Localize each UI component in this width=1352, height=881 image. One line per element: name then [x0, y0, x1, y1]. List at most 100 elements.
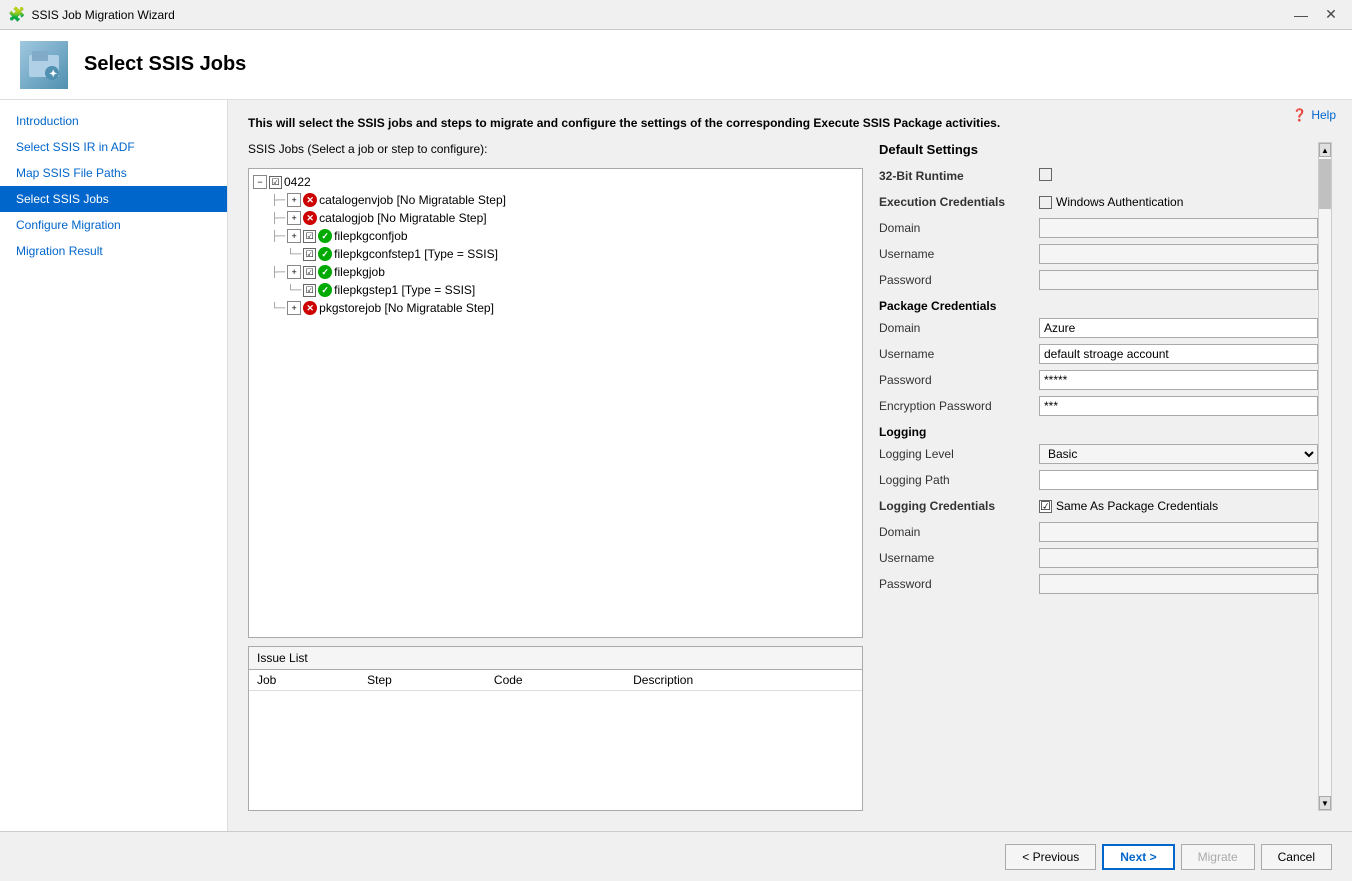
password-value [1039, 270, 1318, 290]
close-button[interactable]: ✕ [1318, 5, 1344, 25]
filepkgjob-expand[interactable]: + [287, 265, 301, 279]
pkgstorejob-label: pkgstorejob [No Migratable Step] [319, 301, 494, 315]
tree-item-filepkgconfjob[interactable]: ├─ + ☑ ✓ filepkgconfjob [253, 227, 858, 245]
pkg-password-input[interactable] [1039, 370, 1318, 390]
filepkgstep1-checkbox[interactable]: ☑ [303, 284, 316, 297]
pkgstorejob-expand[interactable]: + [287, 301, 301, 315]
sidebar-item-map-ssis-paths[interactable]: Map SSIS File Paths [0, 160, 227, 186]
titlebar: 🧩 SSIS Job Migration Wizard — ✕ [0, 0, 1352, 30]
log-password-input[interactable] [1039, 574, 1318, 594]
log-password-row: Password [879, 573, 1318, 595]
app-icon: 🧩 [8, 6, 25, 23]
sidebar-item-select-ssis-ir[interactable]: Select SSIS IR in ADF [0, 134, 227, 160]
pkg-domain-row: Domain [879, 317, 1318, 339]
enc-password-row: Encryption Password [879, 395, 1318, 417]
tree-item-catalogenvjob[interactable]: ├─ + ✕ catalogenvjob [No Migratable Step… [253, 191, 858, 209]
domain-label: Domain [879, 221, 1039, 235]
log-domain-row: Domain [879, 521, 1318, 543]
sidebar: Introduction Select SSIS IR in ADF Map S… [0, 100, 228, 831]
enc-password-input[interactable] [1039, 396, 1318, 416]
windows-auth-row: Windows Authentication [1039, 195, 1318, 209]
previous-button[interactable]: < Previous [1005, 844, 1096, 870]
description-text: This will select the SSIS jobs and steps… [248, 116, 1098, 130]
tree-item-catalogjob[interactable]: ├─ + ✕ catalogjob [No Migratable Step] [253, 209, 858, 227]
filepkgjob-checkbox[interactable]: ☑ [303, 266, 316, 279]
connector: ├─ [271, 213, 285, 224]
scroll-down-arrow[interactable]: ▼ [1319, 796, 1331, 810]
migrate-button[interactable]: Migrate [1181, 844, 1255, 870]
log-username-input[interactable] [1039, 548, 1318, 568]
username-input[interactable] [1039, 244, 1318, 264]
titlebar-left: 🧩 SSIS Job Migration Wizard [8, 6, 175, 23]
pkg-password-value [1039, 370, 1318, 390]
tree-root[interactable]: − ☑ 0422 [253, 173, 858, 191]
sidebar-item-configure-migration[interactable]: Configure Migration [0, 212, 227, 238]
pkg-domain-input[interactable] [1039, 318, 1318, 338]
same-as-pkg-label: Same As Package Credentials [1056, 499, 1218, 513]
filepkgconfjob-checkbox[interactable]: ☑ [303, 230, 316, 243]
same-as-pkg-checkbox[interactable]: ☑ [1039, 500, 1052, 513]
catalogjob-label: catalogjob [No Migratable Step] [319, 211, 486, 225]
filepkgconfjob-expand[interactable]: + [287, 229, 301, 243]
help-button[interactable]: ❓ Help [1292, 108, 1336, 122]
tree-item-filepkgconfstep1[interactable]: └─ ☑ ✓ filepkgconfstep1 [Type = SSIS] [253, 245, 858, 263]
windows-auth-checkbox[interactable] [1039, 196, 1052, 209]
scroll-up-arrow[interactable]: ▲ [1319, 143, 1331, 157]
log-domain-value [1039, 522, 1318, 542]
right-panel: Default Settings 32-Bit Runtime Executio… [879, 142, 1332, 811]
pkgstorejob-status: ✕ [303, 301, 317, 315]
filepkgconfjob-label: filepkgconfjob [334, 229, 407, 243]
logging-level-select[interactable]: Basic None Verbose [1039, 444, 1318, 464]
logging-path-value [1039, 470, 1318, 490]
content-inner: SSIS Jobs (Select a job or step to confi… [248, 142, 1332, 811]
logging-path-label: Logging Path [879, 473, 1039, 487]
windows-auth-label: Windows Authentication [1056, 195, 1183, 209]
root-expand[interactable]: − [253, 175, 267, 189]
connector: ├─ [271, 195, 285, 206]
svg-text:✦: ✦ [49, 69, 57, 80]
catalogjob-expand[interactable]: + [287, 211, 301, 225]
password-input[interactable] [1039, 270, 1318, 290]
pkg-username-label: Username [879, 347, 1039, 361]
sidebar-item-select-ssis-jobs[interactable]: Select SSIS Jobs [0, 186, 227, 212]
filepkgconfstep1-label: filepkgconfstep1 [Type = SSIS] [334, 247, 498, 261]
footer: < Previous Next > Migrate Cancel [0, 831, 1352, 881]
col-step: Step [359, 670, 486, 691]
filepkgjob-status: ✓ [318, 265, 332, 279]
sidebar-item-migration-result[interactable]: Migration Result [0, 238, 227, 264]
runtime-checkbox[interactable] [1039, 168, 1052, 181]
password-row: Password [879, 269, 1318, 291]
header: ✦ Select SSIS Jobs [0, 30, 1352, 100]
filepkgstep1-status: ✓ [318, 283, 332, 297]
scroll-thumb[interactable] [1319, 159, 1331, 209]
runtime-label: 32-Bit Runtime [879, 169, 1039, 183]
domain-row: Domain [879, 217, 1318, 239]
next-button[interactable]: Next > [1102, 844, 1174, 870]
root-checkbox[interactable]: ☑ [269, 176, 282, 189]
logging-path-input[interactable] [1039, 470, 1318, 490]
tree-item-pkgstorejob[interactable]: └─ + ✕ pkgstorejob [No Migratable Step] [253, 299, 858, 317]
filepkgconfstep1-checkbox[interactable]: ☑ [303, 248, 316, 261]
catalogenvjob-expand[interactable]: + [287, 193, 301, 207]
sidebar-item-introduction[interactable]: Introduction [0, 108, 227, 134]
page-title: Select SSIS Jobs [84, 53, 246, 76]
cancel-button[interactable]: Cancel [1261, 844, 1332, 870]
log-domain-label: Domain [879, 525, 1039, 539]
app-title: SSIS Job Migration Wizard [31, 8, 174, 22]
right-panel-scrollbar[interactable]: ▲ ▼ [1318, 142, 1332, 811]
settings-scroll-area[interactable]: Default Settings 32-Bit Runtime Executio… [879, 142, 1318, 811]
tree-item-filepkgstep1[interactable]: └─ ☑ ✓ filepkgstep1 [Type = SSIS] [253, 281, 858, 299]
pkg-password-row: Password [879, 369, 1318, 391]
jobs-section-label: SSIS Jobs (Select a job or step to confi… [248, 142, 863, 156]
main-layout: Introduction Select SSIS IR in ADF Map S… [0, 100, 1352, 831]
logging-level-value: Basic None Verbose [1039, 444, 1318, 464]
tree-item-filepkgjob[interactable]: ├─ + ☑ ✓ filepkgjob [253, 263, 858, 281]
pkg-username-input[interactable] [1039, 344, 1318, 364]
catalogenvjob-status: ✕ [303, 193, 317, 207]
connector: └─ [287, 285, 301, 296]
jobs-tree[interactable]: − ☑ 0422 ├─ + ✕ catalogenvjob [No Migrat… [248, 168, 863, 638]
domain-input[interactable] [1039, 218, 1318, 238]
log-domain-input[interactable] [1039, 522, 1318, 542]
minimize-button[interactable]: — [1288, 5, 1314, 25]
runtime-row: 32-Bit Runtime [879, 165, 1318, 187]
